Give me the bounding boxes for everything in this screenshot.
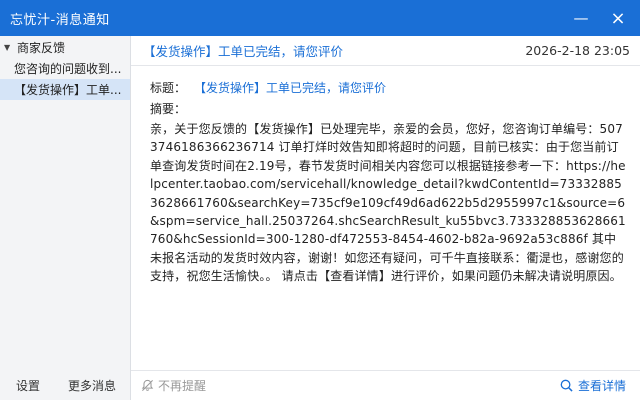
message-header: 【发货操作】工单已完结，请您评价 2026-2-18 23:05 bbox=[131, 36, 640, 66]
title-bar: 忘忧汁-消息通知 — × bbox=[0, 0, 640, 36]
subject-label: 标题： bbox=[150, 80, 187, 95]
message-timestamp: 2026-2-18 23:05 bbox=[525, 43, 630, 58]
mute-reminder-button[interactable]: 不再提醒 bbox=[141, 377, 206, 394]
subject-row: 标题： 【发货操作】工单已完结，请您评价 bbox=[150, 78, 628, 96]
message-header-title: 【发货操作】工单已完结，请您评价 bbox=[143, 44, 344, 59]
more-messages-link[interactable]: 更多消息 bbox=[68, 377, 116, 394]
sidebar-footer: 设置 更多消息 bbox=[0, 370, 130, 400]
subject-value: 【发货操作】工单已完结，请您评价 bbox=[194, 80, 387, 95]
summary-label: 摘要： bbox=[150, 102, 187, 116]
close-button[interactable]: × bbox=[603, 0, 633, 36]
minimize-button[interactable]: — bbox=[566, 0, 596, 36]
message-footer: 不再提醒 查看详情 bbox=[131, 370, 640, 400]
window-title: 忘忧汁-消息通知 bbox=[10, 12, 110, 28]
sidebar-item-inquiry[interactable]: 您咨询的问题收到... bbox=[0, 58, 130, 79]
message-panel: 【发货操作】工单已完结，请您评价 2026-2-18 23:05 标题： 【发货… bbox=[131, 36, 640, 400]
settings-link[interactable]: 设置 bbox=[16, 377, 40, 394]
sidebar-group-merchant-feedback[interactable]: ▼ 商家反馈 bbox=[0, 36, 130, 58]
view-details-label: 查看详情 bbox=[577, 379, 626, 393]
sidebar: ▼ 商家反馈 您咨询的问题收到... 【发货操作】工单... 设置 更多消息 bbox=[0, 36, 131, 400]
bell-off-icon bbox=[141, 379, 154, 391]
caret-down-icon: ▼ bbox=[4, 42, 11, 52]
sidebar-item-label: 您咨询的问题收到... bbox=[14, 62, 122, 76]
message-text: 亲，关于您反馈的【发货操作】已处理完毕，亲爱的会员，您好，您咨询订单编号：507… bbox=[150, 122, 626, 284]
message-body: 标题： 【发货操作】工单已完结，请您评价 摘要： 亲，关于您反馈的【发货操作】已… bbox=[150, 78, 628, 286]
sidebar-item-label: 【发货操作】工单... bbox=[14, 83, 122, 97]
mute-reminder-label: 不再提醒 bbox=[158, 379, 207, 393]
view-details-button[interactable]: 查看详情 bbox=[560, 377, 626, 394]
search-icon bbox=[560, 379, 573, 392]
sidebar-group-label: 商家反馈 bbox=[17, 40, 66, 55]
sidebar-item-shipping-operation[interactable]: 【发货操作】工单... bbox=[0, 79, 130, 100]
